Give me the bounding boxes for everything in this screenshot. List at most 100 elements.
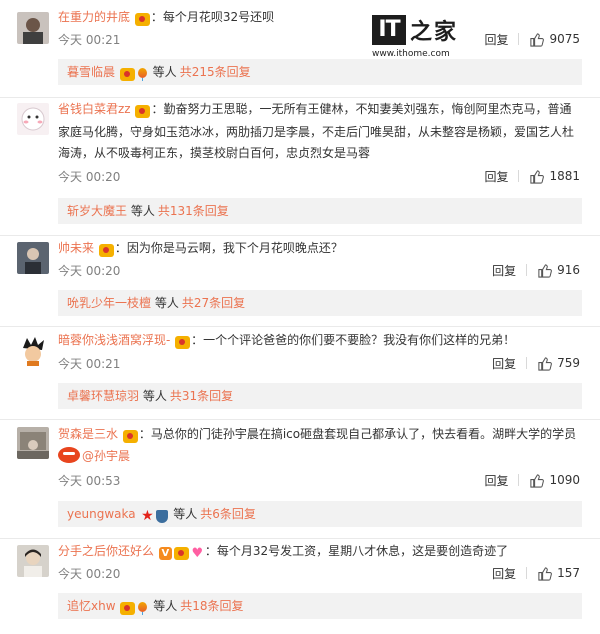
thumbs-up-icon[interactable] <box>537 356 552 371</box>
comment-username[interactable]: 暗蓉你浅浅酒窝浮现- <box>58 333 170 347</box>
reply-others: 等人 <box>130 204 155 218</box>
user-badge-icons <box>98 240 115 261</box>
comment-username[interactable]: 在重力的井底 <box>58 10 130 24</box>
comment-content: ：一个个评论爸爸的你们要不要脸？我没有你们这样的兄弟！ <box>191 333 516 347</box>
reply-username[interactable]: 追忆xhw <box>67 599 116 613</box>
sub-replies-box[interactable]: yeungwaka ★ 等人 共6条回复 <box>58 501 582 527</box>
angry-emoji-icon <box>58 447 80 463</box>
reply-summary-link[interactable]: 共18条回复 <box>180 599 243 613</box>
member-badge-icon <box>122 430 138 443</box>
user-badge-icons: ★ <box>139 503 169 529</box>
sub-replies-box[interactable]: 吮乳少年一枝檀 等人 共27条回复 <box>58 290 582 316</box>
comment-text-line: 贺森是三水 ：马总你的门徒孙宇晨在搞ico砸盘套现自己都承认了，快去看看。湖畔大… <box>58 424 582 447</box>
comment-divider <box>0 97 600 98</box>
comment-time: 今天 00:21 <box>58 357 121 371</box>
comment-actions: 回复 1881 <box>484 167 580 185</box>
user-badge-icons <box>134 101 151 122</box>
reply-username[interactable]: 斩岁大魔王 <box>67 204 127 218</box>
reply-button[interactable]: 回复 <box>492 565 516 582</box>
star-badge-icon: ★ <box>141 508 154 524</box>
sub-replies-box[interactable]: 卓馨环慧琼羽 等人 共31条回复 <box>58 383 582 409</box>
comment-username[interactable]: 帅未来 <box>58 241 94 255</box>
reply-username[interactable]: yeungwaka <box>67 507 136 521</box>
thumbs-up-icon[interactable] <box>537 263 552 278</box>
avatar[interactable] <box>17 12 49 44</box>
thumbs-up-icon[interactable] <box>529 169 545 184</box>
reply-button[interactable]: 回复 <box>484 31 508 48</box>
reply-summary-link[interactable]: 共6条回复 <box>200 507 256 521</box>
reply-username[interactable]: 暮雪临晨 <box>67 65 115 79</box>
member-badge-icon <box>98 244 114 257</box>
user-badge-icons <box>119 595 149 621</box>
comment-content: ：因为你是马云啊，我下个月花呗晚点还？ <box>114 241 343 255</box>
like-count[interactable]: 1090 <box>549 473 580 487</box>
avatar[interactable] <box>17 103 49 135</box>
reply-summary-link[interactable]: 共31条回复 <box>170 389 233 403</box>
reply-username[interactable]: 卓馨环慧琼羽 <box>67 389 139 403</box>
comment-actions: 回复 916 <box>492 261 580 279</box>
like-count[interactable]: 916 <box>557 263 580 277</box>
reply-button[interactable]: 回复 <box>484 472 508 489</box>
comment-actions: 回复 1090 <box>484 471 580 489</box>
reply-summary-link[interactable]: 共215条回复 <box>180 65 251 79</box>
reply-others: 等人 <box>152 65 177 79</box>
user-badge-icons <box>174 332 191 353</box>
member-badge-icon <box>119 68 135 81</box>
thumbs-up-icon[interactable] <box>529 32 545 47</box>
reply-others: 等人 <box>142 389 167 403</box>
balloon-badge-icon <box>137 68 148 81</box>
like-count[interactable]: 1881 <box>549 169 580 183</box>
avatar[interactable] <box>17 427 49 459</box>
comment-actions: 回复 9075 <box>484 30 580 48</box>
comment-divider <box>0 235 600 236</box>
comment-text-line: 分手之后你还好么 V ♥ ：每个月32号发工资，星期八才休息，这是要创造奇迹了 <box>58 541 582 564</box>
heart-icon: ♥ <box>191 546 204 561</box>
comment-actions: 回复 759 <box>492 354 580 372</box>
like-count[interactable]: 759 <box>557 356 580 370</box>
comment-text-line: 在重力的井底 ：每个月花呗32号还呗 <box>58 7 582 30</box>
reply-button[interactable]: 回复 <box>484 168 508 185</box>
user-badge-icons: V ♥ <box>158 543 205 564</box>
comment-text-line: 帅未来 ：因为你是马云啊，我下个月花呗晚点还？ <box>58 238 582 261</box>
thumbs-up-icon[interactable] <box>529 473 545 488</box>
comment-time: 今天 00:21 <box>58 33 121 47</box>
member-badge-icon <box>120 602 136 615</box>
member-badge-icon <box>173 547 189 560</box>
comment-time: 今天 00:20 <box>58 170 121 184</box>
comment-content: ：马总你的门徒孙宇晨在搞ico砸盘套现自己都承认了，快去看看。湖畔大学的学员 <box>138 427 577 441</box>
comment-divider <box>0 419 600 420</box>
sub-replies-box[interactable]: 暮雪临晨 等人 共215条回复 <box>58 59 582 85</box>
mention-link[interactable]: @孙宇晨 <box>82 449 130 463</box>
comment-username[interactable]: 省钱白菜君zz <box>58 102 131 116</box>
thumbs-up-icon[interactable] <box>537 566 552 581</box>
action-divider <box>518 170 520 182</box>
reply-button[interactable]: 回复 <box>492 262 516 279</box>
reply-summary-link[interactable]: 共27条回复 <box>182 296 245 310</box>
comment-username[interactable]: 贺森是三水 <box>58 427 118 441</box>
action-divider <box>526 264 528 276</box>
reply-others: 等人 <box>154 296 179 310</box>
sub-replies-box[interactable]: 斩岁大魔王 等人 共131条回复 <box>58 198 582 224</box>
avatar[interactable] <box>17 242 49 274</box>
user-badge-icons <box>122 426 139 447</box>
comment-text-line: 省钱白菜君zz ：勤奋努力王思聪，一无所有王健林，不知妻美刘强东，悔创阿里杰克马… <box>58 99 582 164</box>
like-count[interactable]: 9075 <box>549 32 580 46</box>
watermark-url: www.ithome.com <box>372 49 450 59</box>
avatar[interactable] <box>17 545 49 577</box>
sub-replies-box[interactable]: 追忆xhw 等人 共18条回复 <box>58 593 582 619</box>
comment-time: 今天 00:20 <box>58 264 121 278</box>
comment-text-line-2: @孙宇晨 <box>58 446 582 467</box>
reply-summary-link[interactable]: 共131条回复 <box>158 204 229 218</box>
reply-button[interactable]: 回复 <box>492 355 516 372</box>
like-count[interactable]: 157 <box>557 566 580 580</box>
comment-username[interactable]: 分手之后你还好么 <box>58 544 154 558</box>
avatar[interactable] <box>17 334 49 366</box>
crest-badge-icon <box>156 510 169 523</box>
balloon-badge-icon <box>137 602 148 615</box>
reply-username[interactable]: 吮乳少年一枝檀 <box>67 296 151 310</box>
action-divider <box>518 33 520 45</box>
member-badge-icon <box>175 336 191 349</box>
user-badge-icons <box>134 9 151 30</box>
comment-content: ：每个月花呗32号还呗 <box>150 10 275 24</box>
comment-divider <box>0 538 600 539</box>
